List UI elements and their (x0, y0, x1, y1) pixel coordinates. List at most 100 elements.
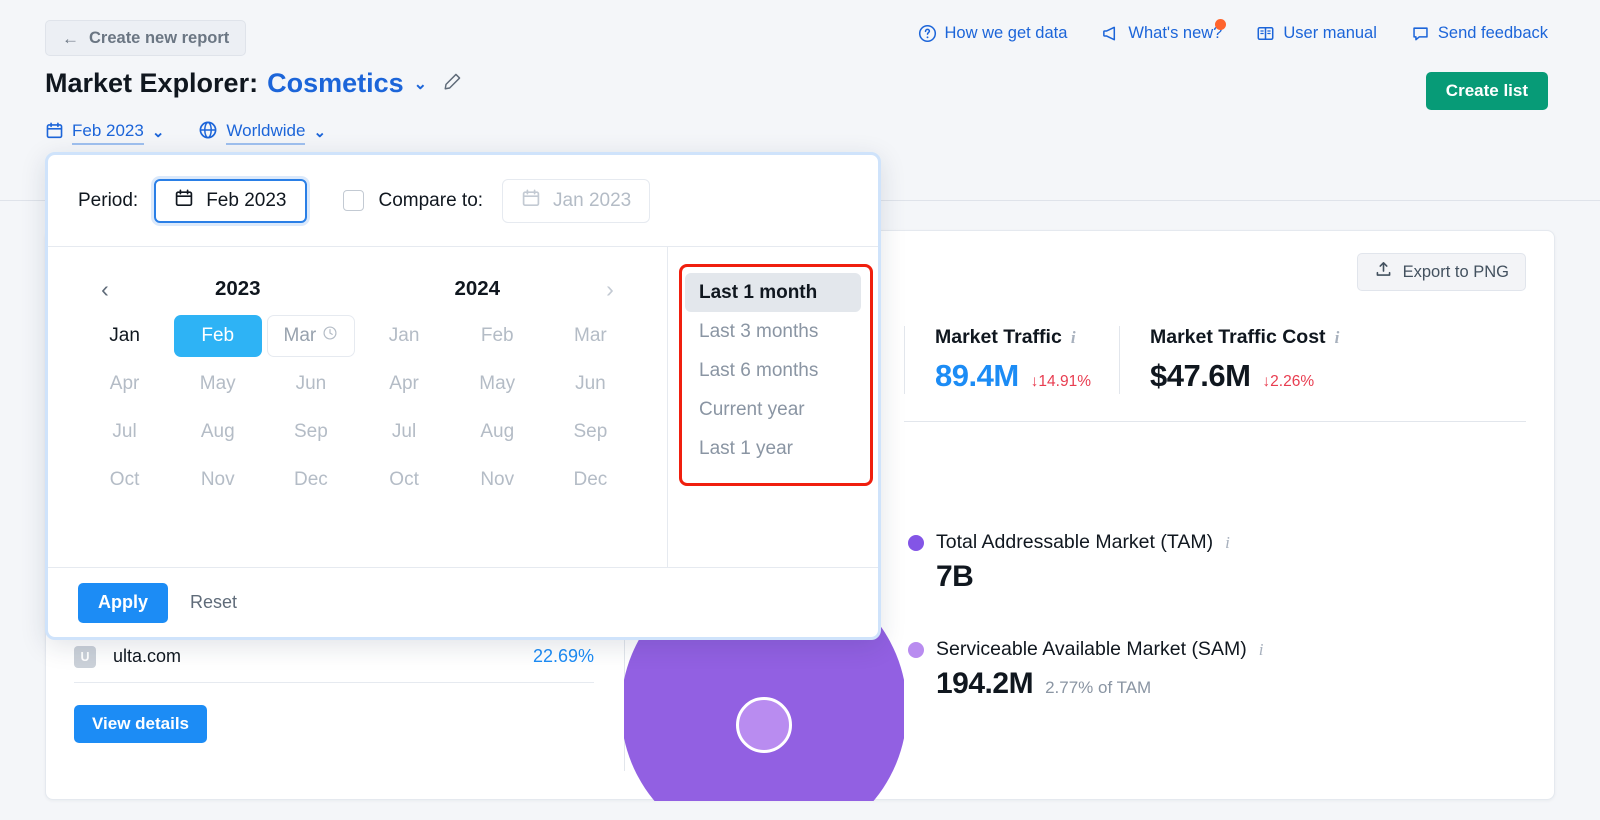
date-picker-body: ‹ 2023 2024 › Jan Feb Mar Apr May Jun Ju… (48, 247, 878, 567)
metric-market-traffic: Market Traffic i 89.4M ↓14.91% (904, 326, 1091, 394)
month-cell-mar-2024[interactable]: Mar (546, 315, 634, 357)
create-list-button[interactable]: Create list (1425, 72, 1548, 110)
period-label: Period: (78, 189, 139, 211)
megaphone-icon (1101, 24, 1120, 43)
nav-user-manual[interactable]: User manual (1256, 24, 1377, 43)
metric-delta: ↓2.26% (1262, 373, 1315, 390)
nav-whats-new[interactable]: What's new? (1101, 19, 1227, 43)
month-label: Feb (201, 325, 235, 346)
compare-to-checkbox[interactable] (342, 190, 364, 211)
compare-to-label: Compare to: (378, 189, 484, 211)
month-cell-aug-2024[interactable]: Aug (453, 411, 541, 453)
metric-label: Market Traffic Cost (1150, 326, 1326, 348)
month-cell-jul-2023[interactable]: Jul (81, 411, 169, 453)
filter-location[interactable]: Worldwide ⌄ (198, 120, 326, 145)
preset-label: Last 1 year (699, 437, 793, 459)
month-cell-jan-2024[interactable]: Jan (360, 315, 448, 357)
sam-color-dot (908, 641, 924, 658)
month-cell-jul-2024[interactable]: Jul (360, 411, 448, 453)
month-cell-dec-2024[interactable]: Dec (546, 459, 634, 501)
preset-last-6-months[interactable]: Last 6 months (685, 351, 861, 390)
month-label: Apr (389, 373, 419, 394)
tam-color-dot (908, 534, 924, 551)
top-nav: How we get data What's new? User manual … (918, 19, 1548, 43)
preset-last-1-year[interactable]: Last 1 year (685, 429, 861, 468)
chevron-down-icon[interactable]: ⌄ (414, 74, 427, 94)
month-cell-nov-2023[interactable]: Nov (174, 459, 262, 501)
nav-how-we-get-data[interactable]: How we get data (918, 24, 1067, 43)
month-cell-apr-2023[interactable]: Apr (81, 363, 169, 405)
page-title-name[interactable]: Cosmetics (267, 68, 404, 99)
whats-new-badge-dot (1215, 19, 1227, 30)
month-cell-jan-2023[interactable]: Jan (81, 315, 169, 357)
pencil-icon[interactable] (442, 68, 463, 99)
month-label: May (479, 373, 516, 394)
month-label: Dec (573, 469, 608, 490)
preset-current-year[interactable]: Current year (685, 390, 861, 429)
month-cell-feb-2024[interactable]: Feb (453, 315, 541, 357)
month-cell-sep-2024[interactable]: Sep (546, 411, 634, 453)
month-cell-nov-2024[interactable]: Nov (453, 459, 541, 501)
month-cell-mar-2023[interactable]: Mar (266, 315, 355, 357)
globe-icon (198, 120, 218, 145)
month-cell-feb-2023[interactable]: Feb (173, 315, 262, 357)
month-cell-may-2024[interactable]: May (453, 363, 541, 405)
export-to-png-button[interactable]: Export to PNG (1356, 253, 1526, 291)
metric-label: Market Traffic (935, 326, 1062, 348)
reset-button[interactable]: Reset (190, 592, 237, 613)
preset-label: Current year (699, 398, 805, 420)
nav-label: What's new? (1128, 24, 1223, 42)
month-grid-2023: Jan Feb Mar Apr May Jun Jul Aug Sep Oct … (78, 315, 358, 501)
export-label: Export to PNG (1402, 262, 1509, 281)
calendar-nav: ‹ 2023 2024 › (48, 247, 667, 301)
next-year-button[interactable]: › (597, 277, 623, 301)
preset-last-3-months[interactable]: Last 3 months (685, 312, 861, 351)
date-picker-popover: Period: Feb 2023 Compare to: Jan 2023 ‹ … (45, 152, 881, 640)
month-label: Oct (389, 469, 419, 490)
page-title: Market Explorer: Cosmetics ⌄ (45, 68, 463, 99)
metric-value-row: 89.4M ↓14.91% (935, 358, 1091, 394)
filter-date-range[interactable]: Feb 2023 ⌄ (45, 121, 164, 145)
preset-list: Last 1 month Last 3 months Last 6 months… (685, 273, 861, 468)
metric-value: $47.6M (1150, 358, 1251, 393)
create-new-report-button[interactable]: ← Create new report (45, 20, 247, 56)
month-cell-sep-2023[interactable]: Sep (267, 411, 355, 453)
info-icon[interactable]: i (1225, 534, 1230, 551)
metric-market-traffic-cost: Market Traffic Cost i $47.6M ↓2.26% (1119, 326, 1339, 394)
month-cell-apr-2024[interactable]: Apr (360, 363, 448, 405)
info-icon[interactable]: i (1335, 329, 1340, 346)
apply-button[interactable]: Apply (78, 582, 169, 623)
calendar-icon (174, 188, 194, 214)
upload-icon (1374, 260, 1393, 284)
month-cell-jun-2023[interactable]: Jun (267, 363, 355, 405)
period-value-button[interactable]: Feb 2023 (154, 178, 307, 223)
top-bar: ← Create new report How we get data What… (0, 0, 1600, 145)
info-icon[interactable]: i (1259, 641, 1264, 658)
month-label: Jun (295, 373, 327, 394)
month-cell-dec-2023[interactable]: Dec (267, 459, 355, 501)
nav-send-feedback[interactable]: Send feedback (1411, 24, 1548, 43)
tam-block: Total Addressable Market (TAM) i 7B (908, 531, 1263, 594)
month-grids: Jan Feb Mar Apr May Jun Jul Aug Sep Oct … (48, 301, 667, 501)
month-label: May (199, 373, 236, 394)
sam-value-row: 194.2M 2.77% of TAM (936, 667, 1263, 701)
sam-share-of-tam: 2.77% of TAM (1045, 678, 1152, 697)
info-icon[interactable]: i (1071, 329, 1076, 346)
page-title-prefix: Market Explorer: (45, 68, 259, 98)
preset-last-1-month[interactable]: Last 1 month (685, 273, 861, 312)
month-cell-oct-2023[interactable]: Oct (81, 459, 169, 501)
sam-title: Serviceable Available Market (SAM) (936, 638, 1247, 660)
month-cell-may-2023[interactable]: May (174, 363, 262, 405)
month-label: Nov (200, 469, 235, 490)
compare-to-value-button[interactable]: Jan 2023 (502, 178, 651, 223)
month-label: Jan (109, 325, 140, 346)
month-cell-jun-2024[interactable]: Jun (546, 363, 634, 405)
compare-to-group: Compare to: Jan 2023 (342, 178, 651, 223)
prev-year-button[interactable]: ‹ (92, 277, 118, 301)
month-cell-aug-2023[interactable]: Aug (174, 411, 262, 453)
favicon: U (74, 645, 96, 668)
view-details-button[interactable]: View details (74, 705, 208, 743)
month-label: Jul (112, 421, 137, 442)
sam-header: Serviceable Available Market (SAM) i (908, 638, 1263, 661)
month-cell-oct-2024[interactable]: Oct (360, 459, 448, 501)
